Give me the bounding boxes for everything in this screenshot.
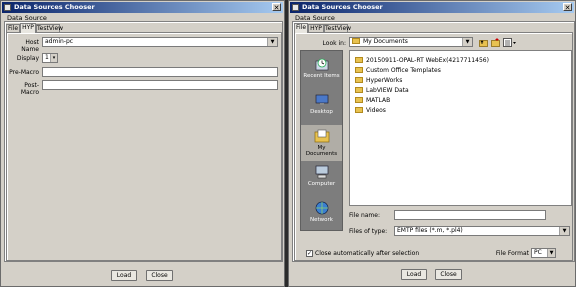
left-tab-testview[interactable]: TestView — [36, 24, 63, 32]
host-name-value: admin-pc — [45, 38, 74, 45]
view-menu-icon[interactable] — [503, 38, 517, 47]
chevron-down-icon[interactable]: ▼ — [559, 227, 569, 235]
right-tab-hyp[interactable]: HYP — [308, 24, 324, 32]
app-icon — [292, 4, 299, 11]
close-automatically-checkbox[interactable]: ✓ — [306, 250, 313, 257]
file-format-value: PC — [534, 249, 542, 256]
right-load-button[interactable]: Load — [401, 269, 427, 280]
computer-icon — [315, 165, 328, 179]
display-label: Display — [16, 55, 39, 62]
close-window-icon[interactable]: ✕ — [563, 3, 572, 12]
list-item[interactable]: Custom Office Templates — [355, 66, 441, 76]
look-in-dropdown[interactable]: My Documents ▼ — [349, 37, 473, 47]
app-icon — [4, 4, 11, 11]
left-close-button[interactable]: Close — [146, 270, 173, 281]
folder-icon — [352, 38, 360, 44]
file-format-dropdown[interactable]: PC ▼ — [531, 248, 556, 258]
right-close-button[interactable]: Close — [435, 269, 462, 280]
left-load-button[interactable]: Load — [111, 270, 137, 281]
place-label: Network — [310, 217, 333, 223]
right-tab-testview[interactable]: TestView — [324, 24, 351, 32]
chevron-down-icon[interactable]: ▼ — [462, 38, 472, 46]
spinner-arrows-icon[interactable]: ▾ — [50, 54, 57, 62]
right-tab-file[interactable]: File — [294, 23, 308, 33]
list-item[interactable]: LabVIEW Data — [355, 86, 409, 96]
folder-icon — [355, 107, 363, 113]
left-tab-file[interactable]: File — [6, 24, 20, 32]
place-recent-items[interactable]: Recent Items — [301, 53, 342, 89]
post-macro-input[interactable] — [42, 80, 278, 90]
places-bar: Recent Items Desktop My Documents Comput… — [300, 50, 343, 231]
recent-items-icon — [315, 58, 328, 71]
files-of-type-dropdown[interactable]: EMTP files (*.m, *.pl4) ▼ — [394, 226, 570, 236]
folder-icon — [355, 77, 363, 83]
place-label: My Documents — [305, 145, 338, 157]
post-macro-label: Post-Macro — [20, 82, 39, 96]
network-icon — [315, 201, 328, 215]
host-name-label: Host Name — [21, 39, 39, 53]
display-value: 1 — [45, 54, 49, 61]
right-title-bar[interactable]: Data Sources Chooser ✕ — [290, 2, 574, 13]
place-my-documents[interactable]: My Documents — [301, 125, 342, 161]
files-of-type-label: Files of type: — [349, 228, 388, 235]
folder-icon — [355, 67, 363, 73]
desktop-icon — [315, 94, 328, 105]
close-automatically-label: Close automatically after selection — [315, 250, 420, 257]
file-name-input[interactable] — [394, 210, 546, 220]
list-item[interactable]: MATLAB — [355, 96, 390, 106]
place-label: Desktop — [310, 109, 333, 115]
pre-macro-input[interactable] — [42, 67, 278, 77]
right-window-title: Data Sources Chooser — [302, 3, 383, 11]
folder-icon — [355, 87, 363, 93]
up-folder-icon[interactable] — [479, 38, 488, 47]
folder-icon — [355, 57, 363, 63]
left-tab-hyp[interactable]: HYP — [20, 23, 36, 33]
folder-icon — [355, 97, 363, 103]
chevron-down-icon[interactable]: ▼ — [547, 249, 555, 257]
look-in-value: My Documents — [363, 38, 408, 45]
list-item[interactable]: Videos — [355, 106, 386, 116]
new-folder-icon[interactable] — [491, 38, 500, 47]
place-label: Recent Items — [303, 73, 340, 79]
left-title-bar[interactable]: Data Sources Chooser ✕ — [2, 2, 283, 13]
look-in-label: Look in: — [322, 40, 346, 47]
chevron-down-icon[interactable]: ▼ — [267, 38, 277, 46]
display-spinner[interactable]: 1 ▾ — [42, 53, 58, 63]
place-desktop[interactable]: Desktop — [301, 89, 342, 125]
file-name-label: File name: — [349, 212, 380, 219]
place-computer[interactable]: Computer — [301, 161, 342, 197]
place-network[interactable]: Network — [301, 197, 342, 233]
left-window-title: Data Sources Chooser — [14, 3, 95, 11]
host-name-dropdown[interactable]: admin-pc ▼ — [42, 37, 278, 47]
pre-macro-label: Pre-Macro — [9, 69, 39, 76]
files-of-type-value: EMTP files (*.m, *.pl4) — [397, 227, 463, 234]
file-list[interactable]: 20150911-OPAL-RT WebEx(4217711456) Custo… — [349, 50, 572, 206]
close-window-icon[interactable]: ✕ — [272, 3, 281, 12]
list-item[interactable]: HyperWorks — [355, 76, 402, 86]
list-item[interactable]: 20150911-OPAL-RT WebEx(4217711456) — [355, 56, 489, 66]
place-label: Computer — [307, 181, 336, 187]
my-documents-icon — [314, 129, 329, 143]
file-format-label: File Format — [495, 250, 529, 257]
left-dialog-window: Data Sources Chooser ✕ Data Source File … — [0, 0, 285, 287]
